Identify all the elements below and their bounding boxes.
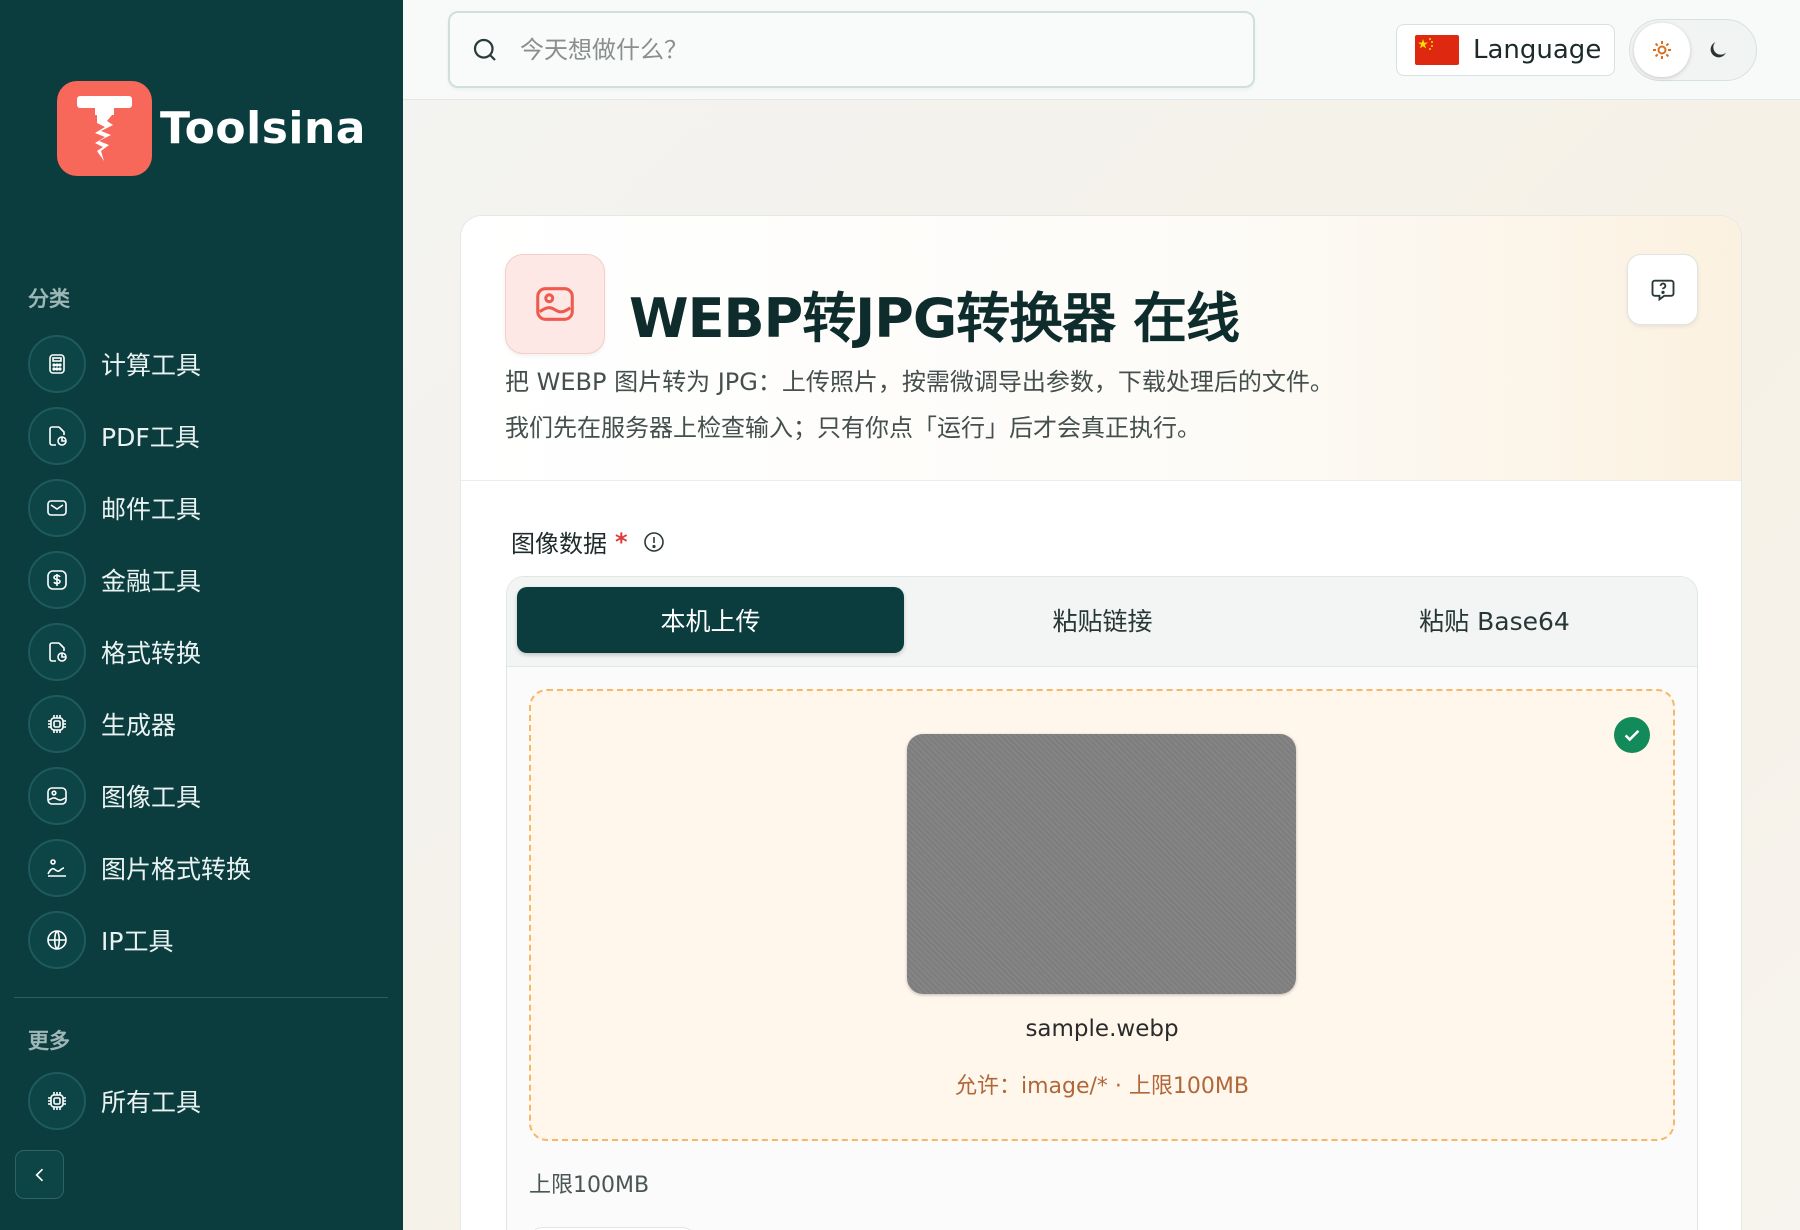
sidebar-item-format-convert[interactable]: 格式转换 — [28, 622, 388, 682]
top-bar: Language — [403, 0, 1800, 100]
cpu-icon — [28, 1072, 86, 1130]
search-box[interactable] — [448, 11, 1255, 88]
upload-panel: 本机上传 粘贴链接 粘贴 Base64 sample.webp 允许：image… — [506, 576, 1698, 1230]
sidebar-item-generator[interactable]: 生成器 — [28, 694, 388, 754]
language-button[interactable]: Language — [1396, 24, 1615, 76]
file-pie-icon — [28, 407, 86, 465]
sidebar-item-label: 图像工具 — [101, 783, 202, 812]
sidebar-item-label: 图片格式转换 — [101, 855, 252, 884]
field-label-image-data: 图像数据 * — [511, 524, 666, 559]
sidebar-item-image-format[interactable]: 图片格式转换 — [28, 838, 388, 898]
language-label: Language — [1473, 35, 1602, 65]
sidebar-item-mail[interactable]: 邮件工具 — [28, 478, 388, 538]
sidebar-item-calculator[interactable]: 计算工具 — [28, 334, 388, 394]
size-limit: 上限100MB — [529, 1173, 650, 1198]
help-button[interactable] — [1627, 254, 1698, 325]
cpu-icon — [28, 695, 86, 753]
mail-icon — [28, 479, 86, 537]
section-label-categories: 分类 — [28, 287, 70, 311]
sidebar-item-image-tools[interactable]: 图像工具 — [28, 766, 388, 826]
sidebar-item-ip-tools[interactable]: IP工具 — [28, 910, 388, 970]
section-label-more: 更多 — [28, 1029, 70, 1053]
sidebar: Toolsina 分类 计算工具 PDF工具 邮件工具 金融工具 格式转换 生成… — [0, 0, 403, 1230]
file-pie-icon — [28, 623, 86, 681]
description-line-2: 我们先在服务器上检查输入；只有你点「运行」后才会真正执行。 — [505, 414, 1201, 442]
required-mark: * — [615, 527, 628, 556]
sidebar-item-label: 所有工具 — [101, 1088, 202, 1117]
file-dropzone[interactable]: sample.webp 允许：image/* · 上限100MB — [529, 689, 1675, 1141]
sidebar-divider — [14, 997, 388, 998]
file-name: sample.webp — [1025, 1016, 1179, 1042]
check-circle-icon — [1614, 717, 1650, 753]
sidebar-item-label: 格式转换 — [101, 639, 202, 668]
brand-logo[interactable]: Toolsina — [57, 81, 366, 176]
sidebar-item-finance[interactable]: 金融工具 — [28, 550, 388, 610]
tab-paste-link[interactable]: 粘贴链接 — [909, 587, 1296, 653]
brand-logo-icon — [57, 81, 152, 176]
light-mode-option[interactable] — [1634, 23, 1690, 77]
sidebar-item-label: 计算工具 — [101, 351, 202, 380]
search-input[interactable] — [520, 35, 1220, 64]
dark-mode-option[interactable] — [1690, 23, 1746, 77]
sidebar-item-label: IP工具 — [101, 927, 174, 956]
page-title: WEBP转JPG转换器 在线 — [629, 287, 1240, 350]
collapse-sidebar-button[interactable] — [15, 1150, 64, 1199]
calculator-icon — [28, 335, 86, 393]
sidebar-item-label: 金融工具 — [101, 567, 202, 596]
input-mode-tabs: 本机上传 粘贴链接 粘贴 Base64 — [507, 577, 1697, 667]
dollar-icon — [28, 551, 86, 609]
image-preview — [907, 734, 1296, 994]
sidebar-item-pdf[interactable]: PDF工具 — [28, 406, 388, 466]
sidebar-item-label: PDF工具 — [101, 423, 200, 452]
sun-icon — [1653, 41, 1671, 59]
tool-header: WEBP转JPG转换器 在线 把 WEBP 图片转为 JPG：上传照片，按需微调… — [461, 216, 1741, 481]
tool-card: WEBP转JPG转换器 在线 把 WEBP 图片转为 JPG：上传照片，按需微调… — [460, 215, 1742, 1230]
image-convert-icon — [28, 839, 86, 897]
allowed-types: 允许：image/* · 上限100MB — [955, 1074, 1249, 1099]
sidebar-item-label: 邮件工具 — [101, 495, 202, 524]
moon-icon — [1710, 42, 1726, 58]
info-icon[interactable] — [642, 530, 666, 554]
globe-icon — [28, 911, 86, 969]
description-line-1: 把 WEBP 图片转为 JPG：上传照片，按需微调导出参数，下载处理后的文件。 — [505, 368, 1334, 396]
sidebar-item-all-tools[interactable]: 所有工具 — [28, 1071, 388, 1131]
brand-name: Toolsina — [160, 103, 366, 154]
search-icon — [473, 38, 496, 61]
china-flag-icon — [1415, 35, 1459, 65]
tab-paste-base64[interactable]: 粘贴 Base64 — [1301, 587, 1688, 653]
theme-toggle[interactable] — [1629, 19, 1757, 81]
tab-local-upload[interactable]: 本机上传 — [517, 587, 904, 653]
chevron-left-icon — [34, 1168, 43, 1181]
image-icon — [505, 254, 605, 354]
sidebar-item-label: 生成器 — [101, 711, 177, 740]
help-chat-icon — [1651, 279, 1674, 301]
image-icon — [28, 767, 86, 825]
field-label-text: 图像数据 — [511, 530, 607, 558]
